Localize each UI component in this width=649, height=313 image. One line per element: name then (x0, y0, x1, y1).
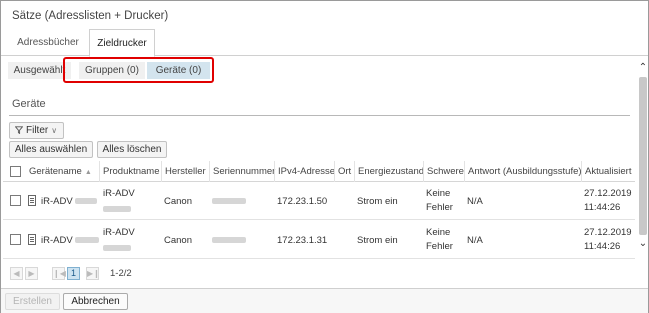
column-header-location[interactable]: Ort (334, 161, 354, 182)
response-level: N/A (467, 235, 483, 246)
tab-target-printers[interactable]: Zieldrucker (89, 29, 155, 57)
cancel-button[interactable]: Abbrechen (63, 293, 128, 310)
vertical-scrollbar[interactable]: ⌃ ⌄ (638, 63, 648, 251)
prev-page-icon[interactable]: ◀ (10, 267, 23, 280)
power-state: Strom ein (357, 235, 398, 246)
tab-address-books[interactable]: Adressbücher (9, 29, 87, 57)
redacted-text (75, 198, 98, 205)
scroll-up-icon[interactable]: ⌃ (638, 63, 648, 73)
row-checkbox[interactable] (10, 195, 21, 206)
updated-time: 11:44:26 (584, 241, 621, 252)
response-level: N/A (467, 196, 483, 207)
create-button[interactable]: Erstellen (5, 293, 60, 310)
severity-detail: Fehler (426, 202, 453, 213)
next-page-icon[interactable]: ▶ (25, 267, 38, 280)
sort-ascending-icon: ▲ (84, 169, 92, 176)
product-name: iR-ADV (103, 227, 135, 238)
last-page-icon[interactable]: ▶❙ (86, 267, 100, 280)
updated-time: 11:44:26 (584, 202, 621, 213)
page-range-info: 1-2/2 (110, 268, 132, 279)
scrollbar-thumb[interactable] (639, 77, 647, 235)
manufacturer: Canon (164, 235, 192, 246)
column-header-power-state[interactable]: Energiezustand (354, 161, 424, 182)
updated-date: 27.12.2019 (584, 227, 632, 238)
redacted-serial (212, 196, 246, 207)
filter-button[interactable]: Filter ∨ (9, 122, 64, 139)
manufacturer: Canon (164, 196, 192, 207)
window-title: Sätze (Adresslisten + Drucker) (12, 10, 169, 22)
device-name: iR-ADV (41, 196, 73, 207)
updated-date: 27.12.2019 (584, 188, 632, 199)
filter-label: Filter (26, 125, 49, 136)
first-page-icon[interactable]: ❙◀ (52, 267, 66, 280)
clear-all-button[interactable]: Alles löschen (97, 141, 167, 158)
pagination: ◀ ▶ ❙◀ 1 ▶❙ 1-2/2 (3, 263, 635, 285)
column-header-product-name[interactable]: Produktname (99, 161, 161, 182)
column-header-response[interactable]: Antwort (Ausbildungsstufe) (464, 161, 582, 182)
severity: Keine (426, 188, 451, 199)
tab-bar: Adressbücher Zieldrucker (1, 29, 648, 57)
printer-icon (28, 234, 36, 245)
table-header: Gerätename ▲ Produktname Hersteller Serie… (3, 161, 635, 182)
severity-detail: Fehler (426, 241, 453, 252)
section-title: Geräte (12, 98, 46, 110)
severity: Keine (426, 227, 451, 238)
redacted-text (103, 204, 131, 215)
select-all-button[interactable]: Alles auswählen (9, 141, 93, 158)
redacted-text (103, 243, 131, 254)
redacted-text (75, 237, 100, 244)
device-name-cell: iR-ADV (41, 235, 100, 246)
dialog-window: Sätze (Adresslisten + Drucker) Adressbüc… (0, 0, 649, 313)
table-row[interactable]: iR-ADV iR-ADV Canon 172.23.1.31 Strom ei… (3, 221, 635, 259)
power-state: Strom ein (357, 196, 398, 207)
page-number-button[interactable]: 1 (67, 267, 80, 280)
product-name: iR-ADV (103, 188, 135, 199)
row-checkbox[interactable] (10, 234, 21, 245)
printer-icon (28, 195, 36, 206)
filter-icon (14, 126, 24, 135)
scroll-down-icon[interactable]: ⌄ (638, 239, 648, 249)
subtab-selected[interactable]: Ausgewählt (8, 62, 71, 79)
chevron-down-icon: ∨ (51, 126, 58, 135)
select-all-checkbox[interactable] (10, 166, 21, 177)
column-header-ipv4[interactable]: IPv4-Adresse (274, 161, 335, 182)
column-header-updated[interactable]: Aktualisiert (581, 161, 635, 182)
column-header-severity[interactable]: Schwere (423, 161, 464, 182)
column-label: Gerätename (29, 166, 82, 177)
devices-table: Gerätename ▲ Produktname Hersteller Serie… (3, 161, 635, 261)
redacted-serial (212, 235, 246, 246)
highlight-frame (63, 57, 214, 83)
ipv4-address: 172.23.1.31 (277, 235, 328, 246)
column-header-serial-number[interactable]: Seriennummer (209, 161, 275, 182)
column-header-device-name[interactable]: Gerätename ▲ (26, 161, 98, 182)
table-row[interactable]: iR-ADV iR-ADV Canon 172.23.1.50 Strom ei… (3, 182, 635, 220)
footer-bar: Erstellen Abbrechen (1, 288, 648, 313)
device-name-cell: iR-ADV (41, 196, 98, 207)
ipv4-address: 172.23.1.50 (277, 196, 328, 207)
column-header-manufacturer[interactable]: Hersteller (161, 161, 209, 182)
section-divider (9, 115, 630, 116)
device-name: iR-ADV (41, 235, 73, 246)
